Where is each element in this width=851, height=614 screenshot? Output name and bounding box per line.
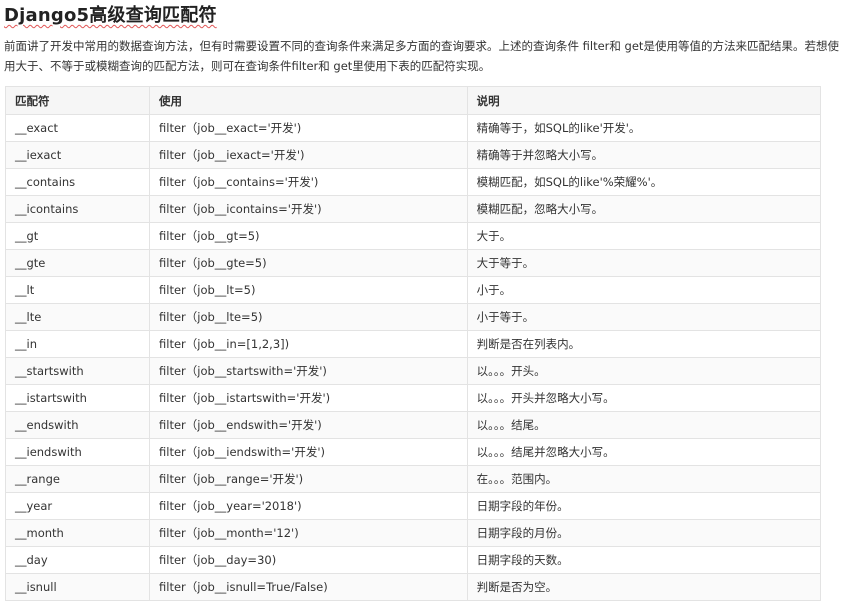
table-row: __gt filter（job__gt=5) 大于。 xyxy=(5,222,822,250)
usage-cell: filter（job__gte=5) xyxy=(149,249,468,277)
description-cell: 模糊匹配，忽略大小写。 xyxy=(466,195,822,223)
description-cell: 大于。 xyxy=(466,222,822,250)
header-usage: 使用 xyxy=(149,86,468,115)
usage-cell: filter（job__gt=5) xyxy=(149,222,468,250)
operator-cell: __contains xyxy=(5,168,150,196)
description-cell: 以。。。结尾并忽略大小写。 xyxy=(466,438,822,466)
operator-cell: __gt xyxy=(5,222,150,250)
description-cell: 日期字段的年份。 xyxy=(466,492,822,520)
table-row: __icontains filter（job__icontains='开发') 模糊… xyxy=(5,195,822,223)
table-row: __iendswith filter（job__iendswith='开发') 以。… xyxy=(5,438,822,466)
usage-cell: filter（job__lt=5) xyxy=(149,276,468,304)
usage-cell: filter（job__day=30) xyxy=(149,546,468,574)
operator-cell: __isnull xyxy=(5,573,150,601)
description-cell: 模糊匹配，如SQL的like'%荣耀%'。 xyxy=(466,168,822,196)
table-row: __isnull filter（job__isnull=True/False) 判断… xyxy=(5,573,822,601)
usage-cell: filter（job__year='2018') xyxy=(149,492,468,520)
usage-cell: filter（job__iexact='开发') xyxy=(149,141,468,169)
header-operator: 匹配符 xyxy=(5,86,150,115)
usage-cell: filter（job__exact='开发') xyxy=(149,114,468,142)
description-cell: 大于等于。 xyxy=(466,249,822,277)
header-description: 说明 xyxy=(466,86,822,115)
description-cell: 以。。。结尾。 xyxy=(466,411,822,439)
table-row: __range filter（job__range='开发') 在。。。范围内。 xyxy=(5,465,822,493)
usage-cell: filter（job__month='12') xyxy=(149,519,468,547)
usage-cell: filter（job__lte=5) xyxy=(149,303,468,331)
usage-cell: filter（job__contains='开发') xyxy=(149,168,468,196)
table-body: __exact filter（job__exact='开发') 精确等于，如SQL的… xyxy=(5,114,822,601)
usage-cell: filter（job__isnull=True/False) xyxy=(149,573,468,601)
table-row: __year filter（job__year='2018') 日期字段的年份。 xyxy=(5,492,822,520)
operator-cell: __lt xyxy=(5,276,150,304)
description-cell: 日期字段的月份。 xyxy=(466,519,822,547)
operator-cell: __exact xyxy=(5,114,150,142)
operator-cell: __iendswith xyxy=(5,438,150,466)
usage-cell: filter（job__in=[1,2,3]) xyxy=(149,330,468,358)
operator-cell: __in xyxy=(5,330,150,358)
operator-cell: __iexact xyxy=(5,141,150,169)
table-row: __day filter（job__day=30) 日期字段的天数。 xyxy=(5,546,822,574)
description-cell: 精确等于并忽略大小写。 xyxy=(466,141,822,169)
table-row: __exact filter（job__exact='开发') 精确等于，如SQL的… xyxy=(5,114,822,142)
description-cell: 判断是否在列表内。 xyxy=(466,330,822,358)
operator-cell: __year xyxy=(5,492,150,520)
usage-cell: filter（job__iendswith='开发') xyxy=(149,438,468,466)
description-cell: 小于等于。 xyxy=(466,303,822,331)
description-cell: 判断是否为空。 xyxy=(466,573,822,601)
description-cell: 小于。 xyxy=(466,276,822,304)
header-row: 匹配符 使用 说明 xyxy=(5,86,822,115)
description-cell: 日期字段的天数。 xyxy=(466,546,822,574)
operator-cell: __istartswith xyxy=(5,384,150,412)
table-row: __istartswith filter（job__istartswith='开发… xyxy=(5,384,822,412)
usage-cell: filter（job__startswith='开发') xyxy=(149,357,468,385)
table-header: 匹配符 使用 说明 xyxy=(5,86,822,115)
matcher-table: 匹配符 使用 说明 __exact filter（job__exact='开发')… xyxy=(5,86,822,601)
operator-cell: __icontains xyxy=(5,195,150,223)
usage-cell: filter（job__range='开发') xyxy=(149,465,468,493)
table-row: __contains filter（job__contains='开发') 模糊匹配… xyxy=(5,168,822,196)
operator-cell: __day xyxy=(5,546,150,574)
description-cell: 以。。。开头并忽略大小写。 xyxy=(466,384,822,412)
table-row: __lt filter（job__lt=5) 小于。 xyxy=(5,276,822,304)
table-row: __lte filter（job__lte=5) 小于等于。 xyxy=(5,303,822,331)
table-row: __endswith filter（job__endswith='开发') 以。。。… xyxy=(5,411,822,439)
operator-cell: __endswith xyxy=(5,411,150,439)
usage-cell: filter（job__endswith='开发') xyxy=(149,411,468,439)
description-cell: 以。。。开头。 xyxy=(466,357,822,385)
usage-cell: filter（job__icontains='开发') xyxy=(149,195,468,223)
table-row: __iexact filter（job__iexact='开发') 精确等于并忽略大… xyxy=(5,141,822,169)
operator-cell: __month xyxy=(5,519,150,547)
operator-cell: __startswith xyxy=(5,357,150,385)
article-title: Django5高级查询匹配符 xyxy=(4,5,217,26)
article: Django5高级查询匹配符 前面讲了开发中常用的数据查询方法，但有时需要设置不… xyxy=(0,0,851,614)
description-cell: 精确等于，如SQL的like'开发'。 xyxy=(466,114,822,142)
table-row: __gte filter（job__gte=5) 大于等于。 xyxy=(5,249,822,277)
description-cell: 在。。。范围内。 xyxy=(466,465,822,493)
table-row: __startswith filter（job__startswith='开发')… xyxy=(5,357,822,385)
operator-cell: __lte xyxy=(5,303,150,331)
table-row: __month filter（job__month='12') 日期字段的月份。 xyxy=(5,519,822,547)
operator-cell: __gte xyxy=(5,249,150,277)
table-row: __in filter（job__in=[1,2,3]) 判断是否在列表内。 xyxy=(5,330,822,358)
operator-cell: __range xyxy=(5,465,150,493)
intro-paragraph: 前面讲了开发中常用的数据查询方法，但有时需要设置不同的查询条件来满足多方面的查询… xyxy=(4,39,839,73)
usage-cell: filter（job__istartswith='开发') xyxy=(149,384,468,412)
